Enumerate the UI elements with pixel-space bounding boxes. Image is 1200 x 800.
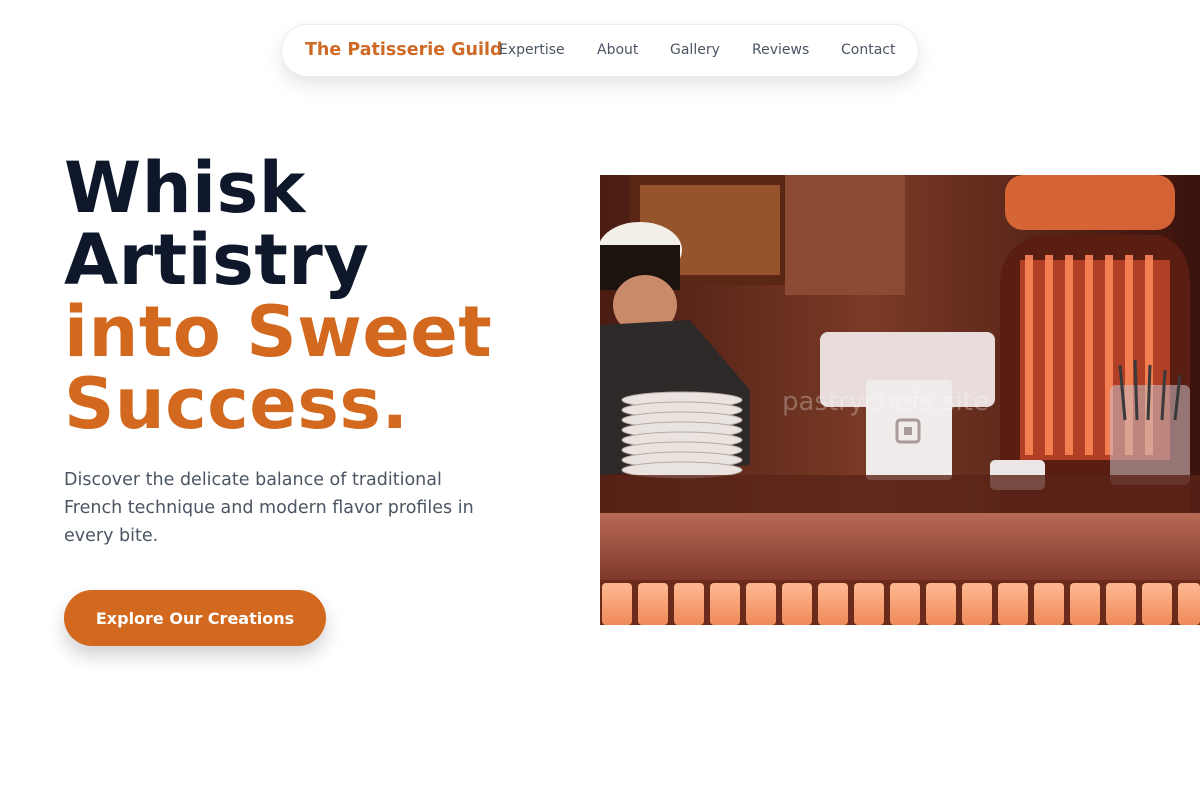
hero-title-line-1: Whisk — [64, 147, 306, 229]
explore-creations-button[interactable]: Explore Our Creations — [64, 590, 326, 646]
nav-link-about[interactable]: About — [597, 42, 638, 58]
photo-watermark: pastrychefs.site — [782, 387, 989, 417]
hero-photo: pastrychefs.site — [600, 175, 1200, 625]
nav-link-gallery[interactable]: Gallery — [670, 42, 720, 58]
nav-link-contact[interactable]: Contact — [841, 42, 895, 58]
top-nav: The Patisserie Guild Expertise About Gal… — [281, 24, 919, 77]
nav-link-reviews[interactable]: Reviews — [752, 42, 809, 58]
hero-title-line-2: Artistry — [64, 219, 370, 301]
hero-title: Whisk Artistry into Sweet Success. — [64, 152, 492, 440]
nav-link-expertise[interactable]: Expertise — [499, 42, 565, 58]
hero-subtitle: Discover the delicate balance of traditi… — [64, 470, 474, 546]
brand-logo[interactable]: The Patisserie Guild — [305, 40, 503, 60]
hero-title-line-3: into Sweet — [64, 291, 493, 373]
hero-title-line-4: Success. — [64, 363, 409, 445]
